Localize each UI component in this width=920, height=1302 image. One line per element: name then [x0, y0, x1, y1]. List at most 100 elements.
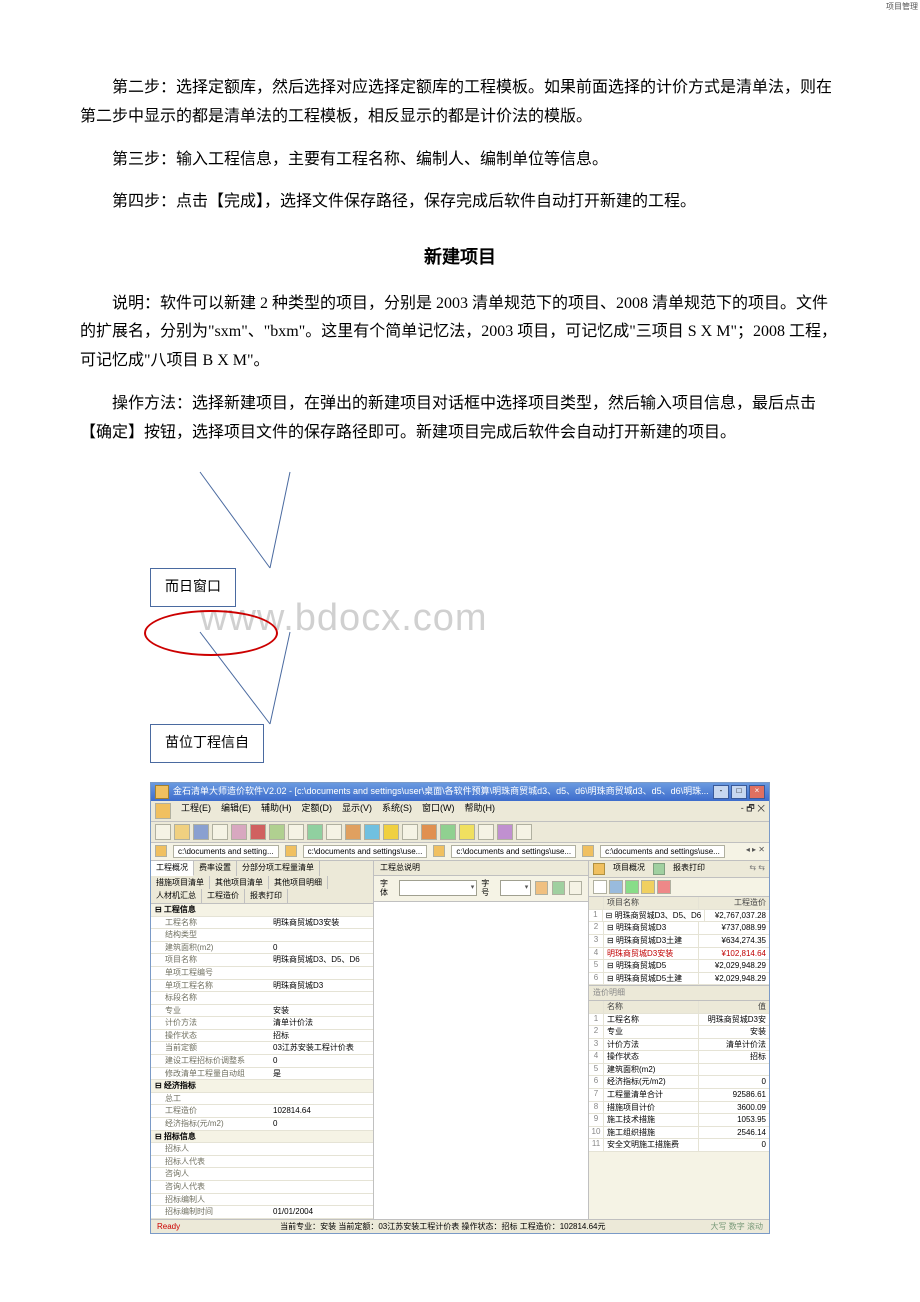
detail-row[interactable]: 10施工组织措施2546.14: [589, 1127, 769, 1140]
toolbar-icon-19[interactable]: [497, 824, 513, 840]
right-tab-overview[interactable]: 项目概况: [613, 863, 645, 875]
project-row[interactable]: 2⊟ 明珠商贸城D3¥737,088.99: [589, 922, 769, 935]
project-row[interactable]: 5⊟ 明珠商贸城D5¥2,029,948.29: [589, 960, 769, 973]
font-tool-icon[interactable]: [552, 881, 565, 895]
nav-tab-overview[interactable]: 工程概况: [151, 861, 194, 876]
toolbar-icon-5[interactable]: [231, 824, 247, 840]
prop-row[interactable]: 项目名称明珠商贸城D3、D5、D6: [151, 954, 373, 967]
nav-tab-resource-summary[interactable]: 人材机汇总: [151, 889, 202, 903]
detail-row[interactable]: 2专业安装: [589, 1026, 769, 1039]
doc-tab-1[interactable]: c:\documents and setting...: [173, 845, 279, 859]
nav-tab-other-detail[interactable]: 其他项目明细: [269, 876, 328, 890]
prop-row[interactable]: 标段名称: [151, 992, 373, 1005]
doc-tab-2[interactable]: c:\documents and settings\use...: [303, 845, 428, 859]
detail-row[interactable]: 1工程名称明珠商贸城D3安: [589, 1014, 769, 1027]
toolbar-save-icon[interactable]: [193, 824, 209, 840]
property-grid[interactable]: ⊟ 工程信息工程名称明珠商贸城D3安装结构类型建筑面积(m2)0项目名称明珠商贸…: [151, 904, 373, 1219]
prop-group-header[interactable]: ⊟ 经济指标: [151, 1080, 373, 1093]
project-row[interactable]: 3⊟ 明珠商贸城D3土建¥634,274.35: [589, 935, 769, 948]
menu-assist[interactable]: 辅助(H): [261, 803, 292, 819]
project-row[interactable]: 1⊟ 明珠商贸城D3、D5、D6¥2,767,037.28: [589, 910, 769, 923]
prop-row[interactable]: 当前定额03江苏安装工程计价表: [151, 1042, 373, 1055]
prop-row[interactable]: 工程造价102814.64: [151, 1105, 373, 1118]
mini-refresh-icon[interactable]: [641, 880, 655, 894]
close-button[interactable]: ×: [749, 785, 765, 799]
mini-open-icon[interactable]: [609, 880, 623, 894]
maximize-button[interactable]: □: [731, 785, 747, 799]
detail-row[interactable]: 6经济指标(元/m2)0: [589, 1076, 769, 1089]
prop-row[interactable]: 建设工程招标价调整系0: [151, 1055, 373, 1068]
toolbar-icon-18[interactable]: [478, 824, 494, 840]
prop-group-header[interactable]: ⊟ 工程信息: [151, 904, 373, 917]
nav-tab-quantity-list[interactable]: 分部分项工程量清单: [237, 861, 320, 876]
toolbar-icon-8[interactable]: [288, 824, 304, 840]
mini-new-icon[interactable]: [593, 880, 607, 894]
nav-tab-rates[interactable]: 费率设置: [194, 861, 237, 876]
nav-tab-total-cost[interactable]: 工程造价: [202, 889, 245, 903]
prop-row[interactable]: 结构类型: [151, 929, 373, 942]
toolbar-star-icon[interactable]: [383, 824, 399, 840]
prop-row[interactable]: 招标编制人: [151, 1194, 373, 1207]
toolbar-icon-11[interactable]: [345, 824, 361, 840]
doc-tab-scroll[interactable]: ◂ ▸ ✕: [746, 845, 765, 859]
detail-row[interactable]: 5建筑面积(m2): [589, 1064, 769, 1077]
doc-tab-4[interactable]: c:\documents and settings\use...: [600, 845, 725, 859]
app-menu-icon[interactable]: [155, 803, 171, 819]
prop-row[interactable]: 招标人: [151, 1143, 373, 1156]
cost-detail-grid[interactable]: 名称值1工程名称明珠商贸城D3安2专业安装3计价方法清单计价法4操作状态招标5建…: [589, 1001, 769, 1152]
mdi-close-label[interactable]: - 🗗 ✕: [741, 803, 765, 819]
menu-quota[interactable]: 定额(D): [302, 803, 333, 819]
toolbar-icon-4[interactable]: [212, 824, 228, 840]
minimize-button[interactable]: -: [713, 785, 729, 799]
detail-row[interactable]: 4操作状态招标: [589, 1051, 769, 1064]
nav-tab-other-list[interactable]: 其他项目清单: [210, 876, 269, 890]
right-tab-more-icon[interactable]: ⇆ ⇆: [749, 863, 765, 875]
prop-row[interactable]: 专业安装: [151, 1005, 373, 1018]
toolbar-icon-17[interactable]: [459, 824, 475, 840]
detail-row[interactable]: 8措施项目计价3600.09: [589, 1102, 769, 1115]
toolbar-icon-14[interactable]: [402, 824, 418, 840]
toolbar-icon-16[interactable]: [440, 824, 456, 840]
project-row[interactable]: 6⊟ 明珠商贸城D5土建¥2,029,948.29: [589, 973, 769, 986]
menu-view[interactable]: 显示(V): [342, 803, 372, 819]
prop-row[interactable]: 咨询人: [151, 1168, 373, 1181]
detail-row[interactable]: 11安全文明施工措施费0: [589, 1139, 769, 1152]
font-family-combo[interactable]: ▾: [399, 880, 478, 896]
toolbar-new-icon[interactable]: [155, 824, 171, 840]
prop-row[interactable]: 工程名称明珠商贸城D3安装: [151, 917, 373, 930]
menu-edit[interactable]: 编辑(E): [221, 803, 251, 819]
toolbar-icon-15[interactable]: [421, 824, 437, 840]
prop-row[interactable]: 计价方法清单计价法: [151, 1017, 373, 1030]
prop-row[interactable]: 修改清单工程量自动组是: [151, 1068, 373, 1081]
prop-row[interactable]: 招标人代表: [151, 1156, 373, 1169]
prop-row[interactable]: 单项工程编号: [151, 967, 373, 980]
nav-tab-measure-list[interactable]: 措施项目清单: [151, 876, 210, 890]
font-tool-icon-2[interactable]: [569, 881, 582, 895]
prop-row[interactable]: 总工: [151, 1093, 373, 1106]
menu-window[interactable]: 窗口(W): [422, 803, 455, 819]
toolbar-icon-7[interactable]: [269, 824, 285, 840]
prop-row[interactable]: 经济指标(元/m2)0: [151, 1118, 373, 1131]
menu-system[interactable]: 系统(S): [382, 803, 412, 819]
menu-help[interactable]: 帮助(H): [465, 803, 496, 819]
doc-tab-3[interactable]: c:\documents and settings\use...: [451, 845, 576, 859]
toolbar-open-icon[interactable]: [174, 824, 190, 840]
mini-save-icon[interactable]: [625, 880, 639, 894]
nav-tab-report[interactable]: 报表打印: [245, 889, 288, 903]
font-color-icon[interactable]: [535, 881, 548, 895]
prop-row[interactable]: 单项工程名称明珠商贸城D3: [151, 980, 373, 993]
prop-row[interactable]: 咨询人代表: [151, 1181, 373, 1194]
toolbar-icon-9[interactable]: [307, 824, 323, 840]
toolbar-icon-12[interactable]: [364, 824, 380, 840]
detail-row[interactable]: 9施工技术措施1053.95: [589, 1114, 769, 1127]
prop-row[interactable]: 招标编制时间01/01/2004: [151, 1206, 373, 1219]
font-size-combo[interactable]: ▾: [500, 880, 531, 896]
detail-row[interactable]: 7工程量清单合计92586.61: [589, 1089, 769, 1102]
prop-row[interactable]: 建筑面积(m2)0: [151, 942, 373, 955]
project-tree-grid[interactable]: 项目名称工程造价1⊟ 明珠商贸城D3、D5、D6¥2,767,037.282⊟ …: [589, 897, 769, 985]
prop-row[interactable]: 操作状态招标: [151, 1030, 373, 1043]
toolbar-icon-10[interactable]: [326, 824, 342, 840]
toolbar-icon-20[interactable]: [516, 824, 532, 840]
prop-group-header[interactable]: ⊟ 招标信息: [151, 1131, 373, 1144]
toolbar-icon-6[interactable]: [250, 824, 266, 840]
